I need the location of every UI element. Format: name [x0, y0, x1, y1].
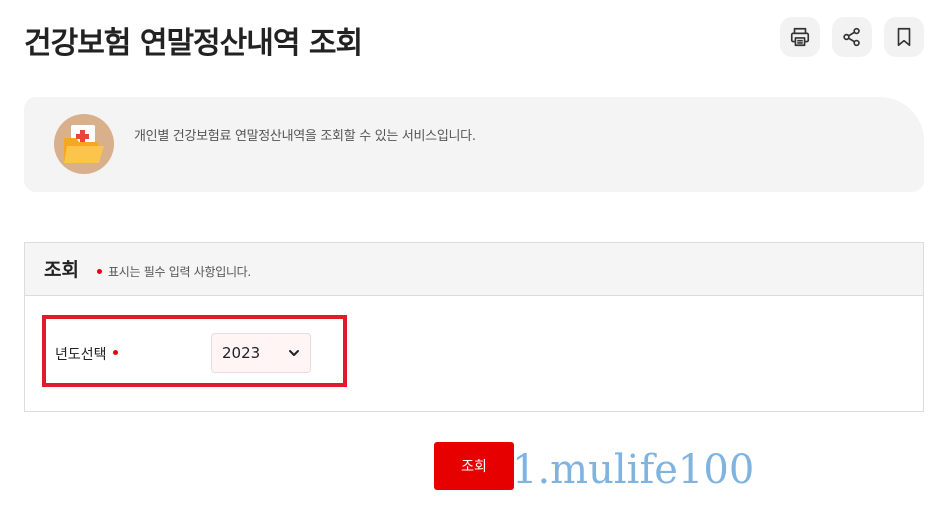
required-dot-icon [97, 269, 102, 274]
required-note: 표시는 필수 입력 사항입니다. [97, 263, 251, 280]
bookmark-button[interactable] [884, 17, 924, 57]
search-panel-title: 조회 [44, 259, 79, 281]
search-panel-header: 조회 표시는 필수 입력 사항입니다. [25, 243, 923, 296]
share-icon [843, 27, 860, 47]
page-title: 건강보험 연말정산내역 조회 [24, 26, 363, 61]
printer-icon [790, 27, 810, 47]
watermark-text: 1.mulife100 [512, 447, 755, 493]
service-description: 개인별 건강보험료 연말정산내역을 조회할 수 있는 서비스입니다. [134, 129, 476, 144]
share-button[interactable] [832, 17, 872, 57]
submit-search-button[interactable]: 조회 [434, 442, 514, 490]
year-field-label-text: 년도선택 [55, 347, 107, 363]
print-button[interactable] [780, 17, 820, 57]
required-note-text: 표시는 필수 입력 사항입니다. [108, 265, 251, 279]
required-dot-icon [112, 349, 118, 355]
year-select-value: 2023 [222, 344, 261, 362]
year-select[interactable]: 2023 [211, 333, 311, 373]
search-panel: 조회 표시는 필수 입력 사항입니다. 년도선택 2023 [24, 242, 924, 412]
bookmark-icon [897, 27, 911, 47]
medical-folder-icon [54, 114, 114, 174]
year-field-label: 년도선택 [55, 344, 118, 364]
chevron-down-icon [289, 350, 299, 356]
service-info-box: 개인별 건강보험료 연말정산내역을 조회할 수 있는 서비스입니다. [24, 97, 924, 192]
